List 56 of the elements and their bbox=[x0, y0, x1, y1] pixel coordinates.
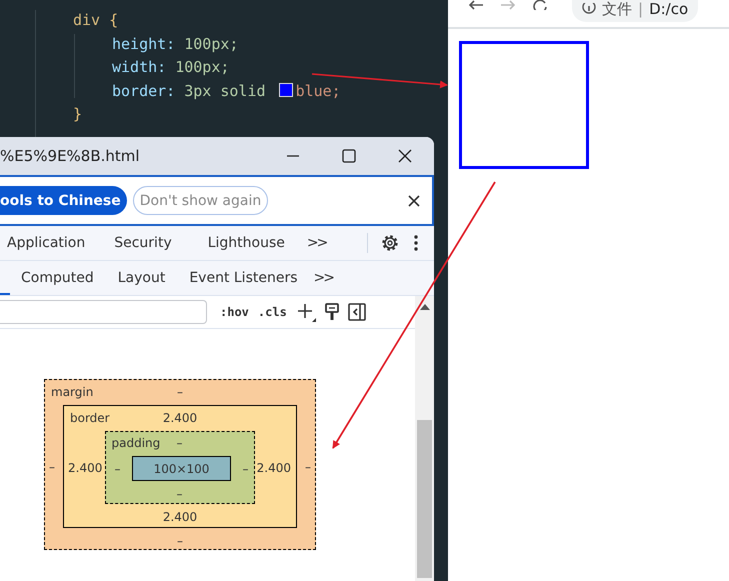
box-label: margin bbox=[51, 385, 94, 399]
code-selector: div bbox=[73, 11, 100, 29]
padding-value: – bbox=[176, 487, 182, 501]
content-box: 100×100 bbox=[132, 456, 231, 481]
margin-value: – bbox=[177, 534, 183, 548]
filter-field[interactable] bbox=[0, 300, 207, 324]
margin-value: – bbox=[49, 460, 55, 474]
border-value: 2.400 bbox=[162, 510, 198, 524]
pane-tab[interactable]: Computed bbox=[21, 270, 94, 286]
maximize-icon[interactable] bbox=[342, 149, 356, 163]
hover-state-toggle[interactable]: :hov bbox=[220, 305, 249, 319]
border-value: 2.400 bbox=[256, 460, 291, 474]
scroll-up-icon[interactable] bbox=[420, 304, 430, 310]
code-brace: { bbox=[109, 11, 118, 29]
dont-show-again-button[interactable]: Don't show again bbox=[132, 186, 268, 215]
code-property: height: bbox=[112, 34, 176, 52]
switch-language-button[interactable]: ools to Chinese bbox=[0, 186, 127, 215]
scrollbar-thumb[interactable] bbox=[417, 420, 432, 578]
code-value: 100px; bbox=[175, 58, 230, 76]
plus-icon[interactable] bbox=[296, 302, 316, 322]
panel-tab[interactable]: Security bbox=[114, 235, 172, 251]
code-value: 100px; bbox=[184, 34, 238, 52]
close-icon[interactable] bbox=[408, 194, 420, 206]
box-label: border bbox=[70, 411, 110, 425]
code-value: 3px solid bbox=[184, 82, 266, 100]
padding-value: – bbox=[176, 436, 182, 450]
close-icon[interactable] bbox=[398, 149, 412, 163]
padding-value: – bbox=[114, 462, 120, 476]
border-value: 2.400 bbox=[162, 411, 198, 425]
sidebar-toggle-icon[interactable] bbox=[348, 303, 366, 321]
box-label: padding bbox=[112, 436, 160, 450]
paint-roller-icon[interactable] bbox=[324, 303, 339, 321]
panel-tab[interactable]: Application bbox=[7, 235, 86, 251]
info-icon[interactable] bbox=[582, 3, 596, 15]
margin-value: – bbox=[177, 385, 183, 399]
code-property: width: bbox=[112, 58, 166, 76]
pane-tab[interactable]: Layout bbox=[118, 270, 166, 286]
code-value: blue; bbox=[296, 82, 341, 100]
address-bar[interactable]: 文件 | D:/co bbox=[572, 0, 698, 22]
more-tabs-button[interactable]: >> bbox=[306, 235, 326, 251]
window-title: %E5%9E%8B.html bbox=[0, 147, 141, 165]
margin-value: – bbox=[305, 460, 311, 474]
scrollbar[interactable] bbox=[415, 296, 434, 581]
reload-icon[interactable] bbox=[532, 0, 548, 10]
pane-tab[interactable]: Event Listeners bbox=[189, 270, 298, 286]
more-tabs-button[interactable]: >> bbox=[314, 270, 333, 286]
color-swatch[interactable] bbox=[278, 82, 293, 96]
code-property: border: bbox=[112, 82, 176, 100]
panel-tab[interactable]: Lighthouse bbox=[208, 235, 285, 251]
code-brace: } bbox=[73, 105, 82, 123]
class-toggle[interactable]: .cls bbox=[258, 305, 287, 319]
border-value: 2.400 bbox=[68, 460, 102, 474]
back-icon[interactable] bbox=[468, 0, 484, 10]
more-options-icon[interactable] bbox=[414, 235, 418, 251]
settings-icon[interactable] bbox=[380, 233, 400, 253]
padding-value: – bbox=[242, 462, 248, 476]
